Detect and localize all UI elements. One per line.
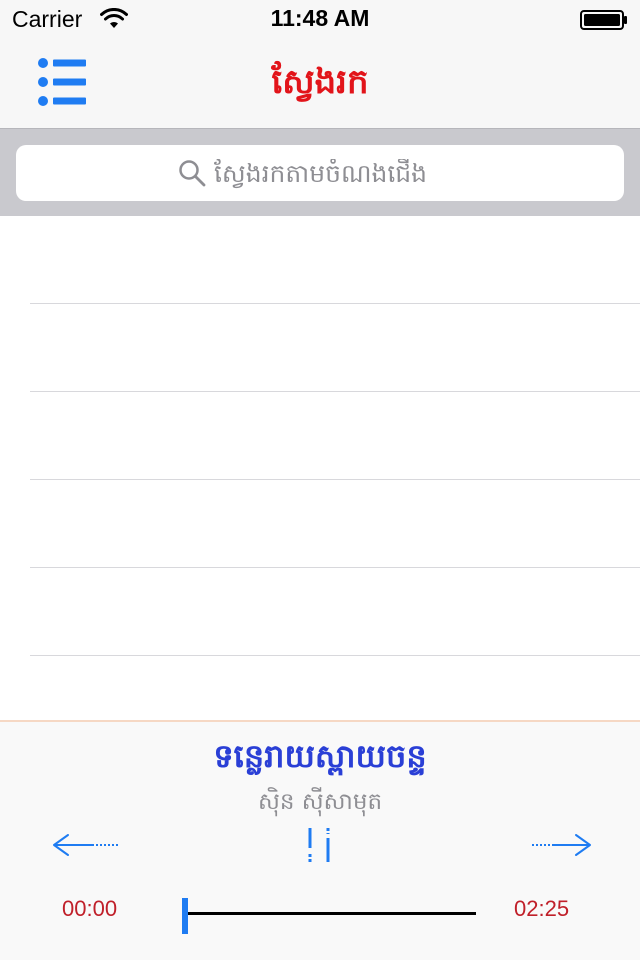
slider-thumb[interactable]	[182, 898, 188, 934]
pause-button[interactable]	[300, 826, 340, 864]
list-item[interactable]	[30, 392, 640, 480]
search-icon	[179, 160, 206, 187]
search-input[interactable]	[214, 153, 604, 193]
page-title: ស្វែងរក	[271, 62, 369, 102]
previous-button[interactable]	[52, 832, 120, 858]
total-time: 02:25	[514, 896, 570, 921]
elapsed-time: 00:00	[62, 896, 118, 921]
progress-slider[interactable]	[182, 892, 478, 936]
artist-name: ស៊ិន ស៊ីសាមុត	[257, 789, 383, 815]
list-item[interactable]	[30, 568, 640, 656]
search-bar	[0, 128, 640, 216]
next-button[interactable]	[530, 832, 592, 858]
song-title: ទន្លេរាយស្ពាយចន្ទ	[213, 737, 427, 775]
prev-arrow-icon	[53, 834, 118, 856]
battery-icon	[580, 10, 627, 30]
slider-track	[186, 912, 476, 915]
navigation-bar: ស្វែងរក	[0, 40, 640, 128]
status-bar: Carrier 11:48 AM	[0, 0, 640, 40]
app-screen: Carrier 11:48 AM ស្វែងរក ស្វែងរកតាមចំណងជ…	[0, 0, 640, 960]
status-time: 11:48 AM	[270, 5, 370, 31]
song-list	[0, 216, 640, 720]
pause-icon	[308, 828, 330, 862]
list-item[interactable]	[30, 480, 640, 568]
search-field[interactable]	[16, 145, 624, 201]
list-item[interactable]	[30, 304, 640, 392]
music-player: ទន្លេរាយស្ពាយចន្ទ ស៊ិន ស៊ីសាមុត 00:00 02…	[0, 720, 640, 960]
list-item[interactable]	[30, 216, 640, 304]
next-arrow-icon	[532, 834, 591, 856]
